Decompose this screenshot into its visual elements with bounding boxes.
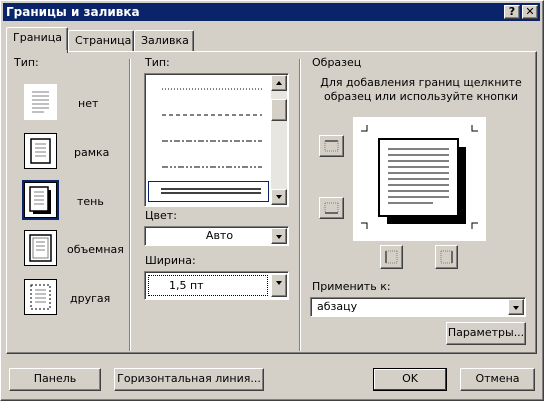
options-button[interactable]: Параметры... bbox=[446, 322, 526, 345]
box-border-icon bbox=[24, 133, 57, 169]
option-3d[interactable] bbox=[24, 230, 57, 266]
setting-label: Тип: bbox=[14, 56, 39, 69]
ok-button[interactable]: OK bbox=[373, 368, 447, 391]
scroll-down-button[interactable] bbox=[271, 189, 287, 205]
cancel-button[interactable]: Отмена bbox=[460, 368, 535, 391]
title-bar: Границы и заливка bbox=[3, 3, 540, 21]
horizontal-line-button[interactable]: Горизонтальная линия... bbox=[114, 368, 264, 391]
left-border-button[interactable] bbox=[380, 245, 403, 269]
style-scrollbar[interactable] bbox=[271, 75, 287, 205]
window-title: Границы и заливка bbox=[6, 5, 140, 19]
color-value: Авто bbox=[205, 229, 234, 242]
no-border-icon bbox=[24, 84, 57, 120]
scroll-thumb[interactable] bbox=[271, 99, 287, 121]
option-box[interactable] bbox=[24, 133, 57, 169]
option-custom[interactable] bbox=[24, 279, 57, 315]
option-custom-label[interactable]: другая bbox=[70, 292, 110, 305]
color-label: Цвет: bbox=[145, 209, 177, 222]
width-value: 1,5 пт bbox=[148, 275, 268, 296]
option-box-label[interactable]: рамка bbox=[74, 146, 109, 159]
help-button[interactable]: ? bbox=[504, 5, 520, 19]
left-border-icon bbox=[385, 250, 398, 264]
separator-left bbox=[129, 59, 131, 351]
style-list[interactable] bbox=[144, 73, 289, 207]
option-none[interactable] bbox=[24, 84, 57, 120]
scroll-up-button[interactable] bbox=[271, 75, 287, 91]
preview-area[interactable] bbox=[353, 117, 486, 241]
close-button[interactable]: ✕ bbox=[522, 5, 538, 19]
top-border-button[interactable] bbox=[319, 135, 344, 157]
option-none-label[interactable]: нет bbox=[78, 97, 98, 110]
apply-to-label: Применить к: bbox=[312, 280, 391, 293]
right-border-button[interactable] bbox=[435, 245, 458, 269]
option-shadow[interactable] bbox=[24, 182, 57, 218]
close-icon: ✕ bbox=[525, 5, 535, 18]
apply-to-dropdown-arrow-icon[interactable] bbox=[508, 299, 524, 315]
color-dropdown-arrow-icon[interactable] bbox=[271, 228, 287, 244]
3d-border-icon bbox=[24, 230, 57, 266]
bottom-border-icon bbox=[324, 202, 339, 214]
preview-hint: Для добавления границ щелкните образец и… bbox=[320, 76, 522, 103]
toolbar-button[interactable]: Панель bbox=[9, 368, 101, 391]
shadow-border-icon bbox=[24, 182, 57, 218]
option-shadow-label[interactable]: тень bbox=[77, 195, 104, 208]
apply-to-dropdown[interactable]: абзацу bbox=[310, 297, 526, 317]
top-border-icon bbox=[324, 140, 339, 152]
width-dropdown[interactable]: 1,5 пт bbox=[144, 271, 289, 300]
style-item-selected[interactable] bbox=[148, 181, 269, 202]
tab-joint bbox=[7, 50, 67, 53]
preview-label: Образец bbox=[312, 56, 362, 69]
color-dropdown[interactable]: Авто bbox=[144, 226, 289, 246]
bottom-border-button[interactable] bbox=[319, 197, 344, 219]
apply-to-value: абзацу bbox=[317, 300, 358, 313]
option-3d-label[interactable]: объемная bbox=[67, 243, 124, 256]
tab-page[interactable]: Страница bbox=[68, 30, 134, 52]
style-label: Тип: bbox=[145, 56, 170, 69]
custom-border-icon bbox=[24, 279, 57, 315]
separator-right bbox=[299, 59, 301, 351]
tab-shading[interactable]: Заливка bbox=[134, 30, 194, 52]
right-border-icon bbox=[440, 250, 453, 264]
width-label: Ширина: bbox=[145, 254, 196, 267]
width-dropdown-arrow-icon[interactable] bbox=[271, 274, 287, 297]
